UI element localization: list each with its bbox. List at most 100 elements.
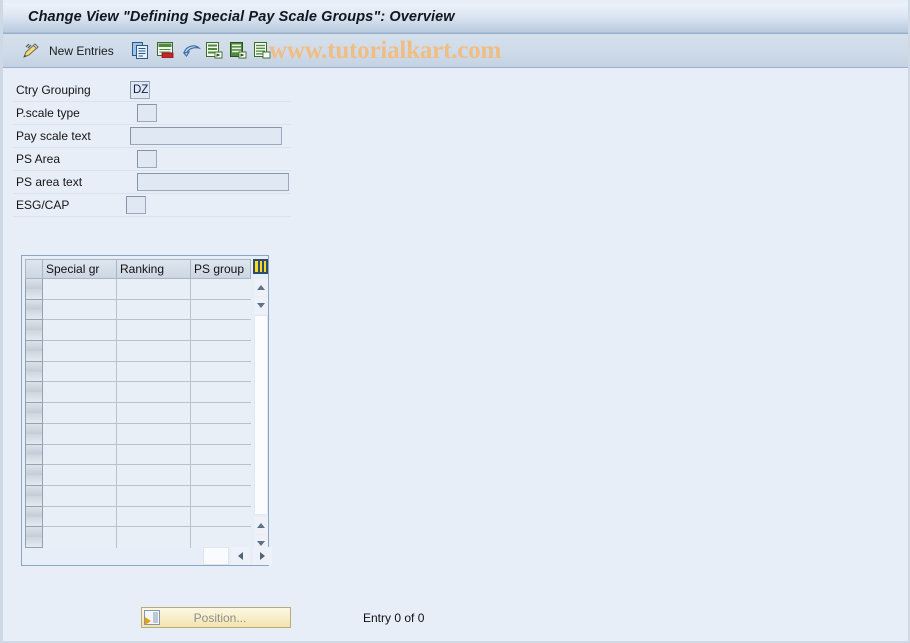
special-pay-scale-groups-table: Special gr Ranking PS group bbox=[21, 255, 272, 566]
table-settings-icon[interactable] bbox=[253, 259, 268, 274]
row-selector[interactable] bbox=[25, 382, 43, 404]
horizontal-scroll-track[interactable] bbox=[203, 547, 229, 565]
column-header-special-gr[interactable]: Special gr bbox=[43, 259, 117, 279]
cell-special-gr[interactable] bbox=[43, 465, 117, 486]
cell-ps-group[interactable] bbox=[191, 361, 251, 383]
cell-ranking[interactable] bbox=[117, 361, 191, 383]
row-selector[interactable] bbox=[25, 279, 43, 300]
cell-ps-group[interactable] bbox=[191, 299, 251, 321]
delete-icon[interactable] bbox=[157, 34, 174, 67]
cell-ranking[interactable] bbox=[117, 444, 191, 466]
table-row[interactable] bbox=[25, 279, 251, 300]
ctry-grouping-input[interactable]: DZ bbox=[130, 81, 150, 99]
cell-special-gr[interactable] bbox=[43, 506, 117, 528]
cell-ps-group[interactable] bbox=[191, 506, 251, 528]
scroll-up-icon[interactable] bbox=[254, 279, 268, 296]
scroll-down-icon[interactable] bbox=[254, 297, 268, 314]
cell-ranking[interactable] bbox=[117, 527, 191, 548]
table-row[interactable] bbox=[25, 341, 251, 362]
cell-ranking[interactable] bbox=[117, 320, 191, 342]
page-title: Change View "Defining Special Pay Scale … bbox=[28, 9, 455, 25]
new-entries-button[interactable]: New Entries bbox=[49, 34, 114, 67]
row-selector[interactable] bbox=[25, 485, 43, 507]
cell-ranking[interactable] bbox=[117, 341, 191, 362]
label-pay-scale-text: Pay scale text bbox=[16, 129, 91, 143]
cell-ps-group[interactable] bbox=[191, 320, 251, 342]
cell-ranking[interactable] bbox=[117, 299, 191, 321]
select-block-icon[interactable] bbox=[230, 34, 247, 67]
row-selector[interactable] bbox=[25, 361, 43, 383]
row-selector[interactable] bbox=[25, 299, 43, 321]
select-all-icon[interactable] bbox=[206, 34, 223, 67]
cell-ps-group[interactable] bbox=[191, 279, 251, 300]
cell-special-gr[interactable] bbox=[43, 403, 117, 424]
table-row[interactable] bbox=[25, 361, 251, 383]
cell-special-gr[interactable] bbox=[43, 423, 117, 445]
cell-ranking[interactable] bbox=[117, 382, 191, 404]
cell-special-gr[interactable] bbox=[43, 485, 117, 507]
table-select-all-header[interactable] bbox=[25, 259, 43, 279]
row-selector[interactable] bbox=[25, 423, 43, 445]
table-row[interactable] bbox=[25, 403, 251, 424]
table-horizontal-scrollbar[interactable] bbox=[28, 547, 272, 566]
vertical-scroll-track[interactable] bbox=[254, 315, 268, 515]
row-selector[interactable] bbox=[25, 341, 43, 362]
cell-special-gr[interactable] bbox=[43, 341, 117, 362]
row-selector[interactable] bbox=[25, 527, 43, 548]
scroll-right-icon[interactable] bbox=[253, 547, 272, 565]
label-esg-cap: ESG/CAP bbox=[16, 198, 70, 212]
table-row[interactable] bbox=[25, 382, 251, 404]
cell-ranking[interactable] bbox=[117, 279, 191, 300]
table-row[interactable] bbox=[25, 485, 251, 507]
ps-area-input[interactable] bbox=[137, 150, 157, 168]
table-row[interactable] bbox=[25, 465, 251, 486]
pscale-type-input[interactable] bbox=[137, 104, 157, 122]
sap-application-window: Change View "Defining Special Pay Scale … bbox=[0, 0, 910, 643]
row-selector[interactable] bbox=[25, 506, 43, 528]
esg-cap-input[interactable] bbox=[126, 196, 146, 214]
ps-area-text-input[interactable] bbox=[137, 173, 289, 191]
cell-ps-group[interactable] bbox=[191, 465, 251, 486]
table-row[interactable] bbox=[25, 320, 251, 342]
cell-special-gr[interactable] bbox=[43, 527, 117, 548]
cell-special-gr[interactable] bbox=[43, 382, 117, 404]
scroll-left-icon[interactable] bbox=[231, 547, 250, 565]
row-selector[interactable] bbox=[25, 403, 43, 424]
table-row[interactable] bbox=[25, 527, 251, 548]
cell-ranking[interactable] bbox=[117, 485, 191, 507]
cell-special-gr[interactable] bbox=[43, 299, 117, 321]
row-selector[interactable] bbox=[25, 320, 43, 342]
table-row[interactable] bbox=[25, 444, 251, 466]
cell-special-gr[interactable] bbox=[43, 279, 117, 300]
table-row[interactable] bbox=[25, 506, 251, 528]
column-header-ranking[interactable]: Ranking bbox=[117, 259, 191, 279]
cell-special-gr[interactable] bbox=[43, 320, 117, 342]
cell-ps-group[interactable] bbox=[191, 485, 251, 507]
cell-ranking[interactable] bbox=[117, 403, 191, 424]
scroll-page-up-icon[interactable] bbox=[254, 517, 268, 534]
cell-ranking[interactable] bbox=[117, 465, 191, 486]
cell-ps-group[interactable] bbox=[191, 423, 251, 445]
cell-ranking[interactable] bbox=[117, 423, 191, 445]
row-selector[interactable] bbox=[25, 465, 43, 486]
position-button[interactable]: Position... bbox=[141, 607, 291, 628]
row-selector[interactable] bbox=[25, 444, 43, 466]
cell-ps-group[interactable] bbox=[191, 527, 251, 548]
column-header-ps-group[interactable]: PS group bbox=[191, 259, 251, 279]
copy-icon[interactable] bbox=[132, 34, 149, 67]
pay-scale-text-input[interactable] bbox=[130, 127, 282, 145]
cell-special-gr[interactable] bbox=[43, 444, 117, 466]
cell-ps-group[interactable] bbox=[191, 444, 251, 466]
table-body bbox=[25, 279, 267, 548]
cell-ps-group[interactable] bbox=[191, 341, 251, 362]
table-row[interactable] bbox=[25, 299, 251, 321]
undo-icon[interactable] bbox=[182, 34, 201, 67]
label-ctry-grouping: Ctry Grouping bbox=[16, 83, 91, 97]
cell-ranking[interactable] bbox=[117, 506, 191, 528]
pencil-icon[interactable] bbox=[21, 34, 41, 67]
cell-ps-group[interactable] bbox=[191, 382, 251, 404]
cell-special-gr[interactable] bbox=[43, 361, 117, 383]
table-vertical-scrollbar[interactable] bbox=[254, 279, 268, 552]
table-row[interactable] bbox=[25, 423, 251, 445]
cell-ps-group[interactable] bbox=[191, 403, 251, 424]
